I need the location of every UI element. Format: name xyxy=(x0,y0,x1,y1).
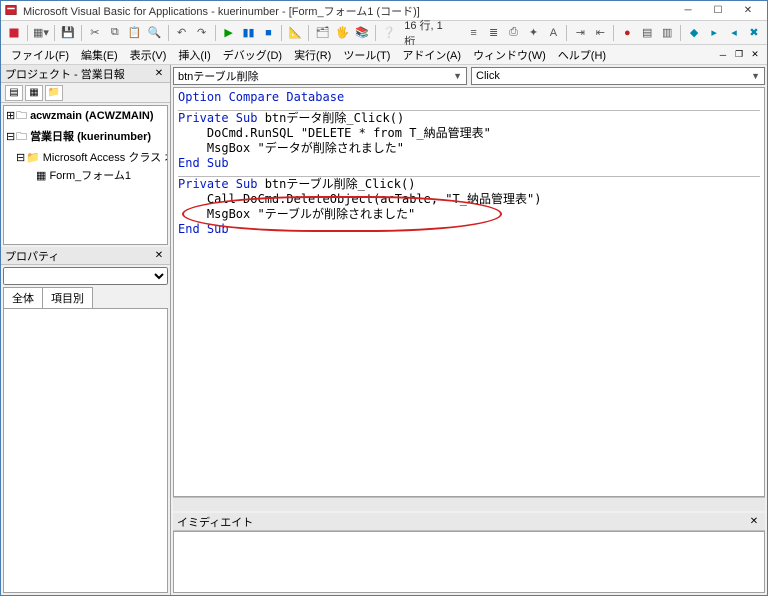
list-properties-icon[interactable]: ≡ xyxy=(465,24,483,42)
design-mode-icon[interactable]: 📐 xyxy=(286,24,304,42)
breakpoint-icon[interactable]: ● xyxy=(618,24,636,42)
menu-addins[interactable]: アドイン(A) xyxy=(396,45,467,65)
mdi-minimize-button[interactable]: ─ xyxy=(715,48,731,62)
immediate-panel-header: イミディエイト ✕ xyxy=(173,513,765,531)
immediate-panel-title: イミディエイト xyxy=(177,514,253,530)
bookmark-toggle-icon[interactable]: ◆ xyxy=(685,24,703,42)
menu-debug[interactable]: デバッグ(D) xyxy=(217,45,288,65)
tree-folder[interactable]: Microsoft Access クラス オブ xyxy=(43,152,168,164)
immediate-panel-close-icon[interactable]: ✕ xyxy=(747,515,761,529)
save-icon[interactable]: 💾 xyxy=(59,24,77,42)
window-title: Microsoft Visual Basic for Applications … xyxy=(23,3,673,19)
project-panel-title: プロジェクト - 営業日報 xyxy=(5,66,125,82)
project-explorer-icon[interactable]: 🗂 xyxy=(313,24,331,42)
tree-form-item[interactable]: Form_フォーム1 xyxy=(49,170,131,182)
code-editor[interactable]: Option Compare Database Private Sub btnデ… xyxy=(173,87,765,497)
properties-panel-title: プロパティ xyxy=(5,248,59,264)
properties-grid[interactable] xyxy=(3,308,168,593)
bookmark-clear-icon[interactable]: ✖ xyxy=(745,24,763,42)
uncomment-icon[interactable]: ▥ xyxy=(658,24,676,42)
menu-view[interactable]: 表示(V) xyxy=(124,45,173,65)
right-pane: btnテーブル削除 ▼ Click ▼ Option Compare Datab… xyxy=(171,65,767,595)
title-bar: Microsoft Visual Basic for Applications … xyxy=(1,1,767,21)
view-object-icon[interactable]: ▦ xyxy=(25,85,43,101)
properties-tab-categorized[interactable]: 項目別 xyxy=(42,287,93,308)
quick-info-icon[interactable]: ⎙ xyxy=(505,24,523,42)
toolbar-main: ▦▾ 💾 ✂ ⧉ 📋 🔍 ↶ ↷ ▶ ▮▮ ■ 📐 🗂 🖐 📚 ❔ 16 行, … xyxy=(1,21,767,45)
project-tree[interactable]: ⊞🗀 acwzmain (ACWZMAIN) ⊟🗀 営業日報 (kuerinum… xyxy=(3,105,168,245)
outdent-icon[interactable]: ⇤ xyxy=(591,24,609,42)
menu-tools[interactable]: ツール(T) xyxy=(337,45,396,65)
tree-project-root[interactable]: 営業日報 (kuerinumber) xyxy=(30,131,151,143)
menu-edit[interactable]: 編集(E) xyxy=(75,45,124,65)
bookmark-next-icon[interactable]: ▸ xyxy=(705,24,723,42)
menu-bar: ファイル(F) 編集(E) 表示(V) 挿入(I) デバッグ(D) 実行(R) … xyxy=(1,45,767,65)
reset-icon[interactable]: ■ xyxy=(259,24,277,42)
copy-icon[interactable]: ⧉ xyxy=(106,24,124,42)
object-browser-icon[interactable]: 📚 xyxy=(353,24,371,42)
help-icon[interactable]: ❔ xyxy=(380,24,398,42)
properties-panel-header: プロパティ ✕ xyxy=(1,247,170,265)
maximize-button[interactable]: ☐ xyxy=(703,2,733,20)
mdi-restore-button[interactable]: ❐ xyxy=(731,48,747,62)
properties-window-icon[interactable]: 🖐 xyxy=(333,24,351,42)
view-access-icon[interactable] xyxy=(5,24,23,42)
break-icon[interactable]: ▮▮ xyxy=(240,24,258,42)
find-icon[interactable]: 🔍 xyxy=(146,24,164,42)
properties-object-combo[interactable] xyxy=(3,267,168,285)
parameter-info-icon[interactable]: ✦ xyxy=(525,24,543,42)
undo-icon[interactable]: ↶ xyxy=(173,24,191,42)
procedure-combo-value: Click xyxy=(476,70,500,82)
project-toolbar: ▤ ▦ 📁 xyxy=(1,83,170,103)
mdi-close-button[interactable]: ✕ xyxy=(747,48,763,62)
immediate-window[interactable] xyxy=(173,531,765,593)
cut-icon[interactable]: ✂ xyxy=(86,24,104,42)
minimize-button[interactable]: ─ xyxy=(673,2,703,20)
comment-icon[interactable]: ▤ xyxy=(638,24,656,42)
object-combo[interactable]: btnテーブル削除 ▼ xyxy=(173,67,467,85)
menu-file[interactable]: ファイル(F) xyxy=(5,45,75,65)
toggle-folders-icon[interactable]: 📁 xyxy=(45,85,63,101)
menu-run[interactable]: 実行(R) xyxy=(288,45,337,65)
indent-icon[interactable]: ⇥ xyxy=(571,24,589,42)
left-pane: プロジェクト - 営業日報 ✕ ▤ ▦ 📁 ⊞🗀 acwzmain (ACWZM… xyxy=(1,65,171,595)
insert-module-icon[interactable]: ▦▾ xyxy=(32,24,50,42)
redo-icon[interactable]: ↷ xyxy=(193,24,211,42)
object-combo-value: btnテーブル削除 xyxy=(178,68,259,84)
list-constants-icon[interactable]: ≣ xyxy=(485,24,503,42)
close-button[interactable]: ✕ xyxy=(733,2,763,20)
bookmark-prev-icon[interactable]: ◂ xyxy=(725,24,743,42)
chevron-down-icon: ▼ xyxy=(751,71,760,81)
chevron-down-icon: ▼ xyxy=(453,71,462,81)
procedure-combo[interactable]: Click ▼ xyxy=(471,67,765,85)
project-panel-header: プロジェクト - 営業日報 ✕ xyxy=(1,65,170,83)
run-icon[interactable]: ▶ xyxy=(220,24,238,42)
menu-insert[interactable]: 挿入(I) xyxy=(172,45,216,65)
view-code-icon[interactable]: ▤ xyxy=(5,85,23,101)
code-scrollbar[interactable] xyxy=(173,497,765,511)
project-panel-close-icon[interactable]: ✕ xyxy=(152,67,166,81)
complete-word-icon[interactable]: A xyxy=(544,24,562,42)
properties-panel-close-icon[interactable]: ✕ xyxy=(152,249,166,263)
menu-window[interactable]: ウィンドウ(W) xyxy=(467,45,552,65)
tree-acwzmain[interactable]: acwzmain (ACWZMAIN) xyxy=(30,110,153,122)
menu-help[interactable]: ヘルプ(H) xyxy=(552,45,612,65)
paste-icon[interactable]: 📋 xyxy=(126,24,144,42)
app-icon xyxy=(5,4,19,18)
properties-tab-all[interactable]: 全体 xyxy=(3,287,43,308)
